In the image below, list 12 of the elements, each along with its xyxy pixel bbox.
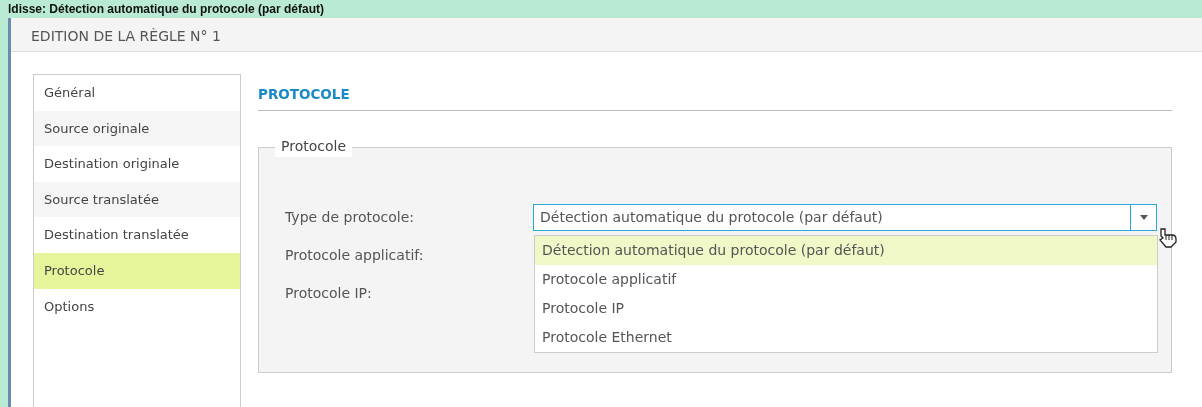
sidebar-item[interactable]: Protocole bbox=[34, 252, 240, 289]
field-label: Type de protocole: bbox=[285, 207, 415, 227]
sidebar-item[interactable]: Source originale bbox=[34, 110, 240, 147]
window-title: EDITION DE LA RÈGLE N° 1 bbox=[11, 18, 1202, 52]
protocol-type-combobox[interactable]: Détection automatique du protocole (par défaut) bbox=[533, 203, 1157, 231]
field-label: Protocole IP: bbox=[285, 283, 373, 303]
field-label: Protocole applicatif: bbox=[285, 245, 425, 265]
caption-text: ldisse: Détection automatique du protocole (par défaut) bbox=[7, 1, 326, 18]
section-heading: PROTOCOLE bbox=[258, 74, 1172, 112]
caret-icon bbox=[1139, 214, 1148, 220]
dropdown-option[interactable]: Détection automatique du protocole (par défaut) bbox=[535, 236, 1157, 266]
sidebar-item[interactable]: Source translatée bbox=[34, 181, 240, 218]
